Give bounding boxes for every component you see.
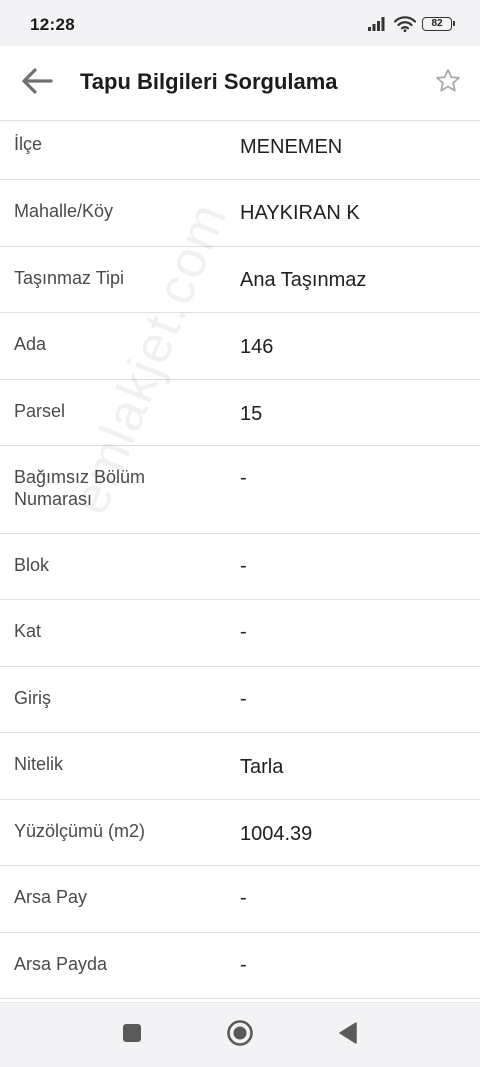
row-value: - [240,467,247,489]
list-item: Nitelik Tarla [0,733,480,800]
recents-button[interactable] [112,1015,152,1055]
list-item: Mahalle/Köy HAYKIRAN K [0,180,480,247]
list-item: Arsa Pay - [0,866,480,933]
row-value: - [240,887,247,909]
favorite-button[interactable] [432,63,464,103]
row-label: Bağımsız Bölüm Numarası [14,467,146,509]
list-item: Taşınmaz Tipi Ana Taşınmaz [0,247,480,313]
row-label: Taşınmaz Tipi [14,268,125,288]
row-value: Ana Taşınmaz [240,269,367,291]
back-button[interactable] [16,63,58,103]
status-bar: 12:28 82 [0,0,480,46]
row-label: Giriş [14,688,51,708]
row-value: - [240,688,247,710]
info-list: İlçe MENEMEN Mahalle/Köy HAYKIRAN K Taşı… [0,120,480,1002]
list-item: Giriş - [0,667,480,733]
row-label: Yüzölçümü (m2) [14,821,146,841]
signal-icon [368,17,388,31]
arrow-left-icon [21,67,53,100]
list-item: Parsel 15 [0,380,480,446]
star-outline-icon [434,67,462,100]
list-item: Bağımsız Bölüm Numarası - [0,446,480,534]
row-label: Mahalle/Köy [14,201,114,221]
row-label: Nitelik [14,754,64,774]
home-circle-icon [226,1019,254,1052]
row-label: Blok [14,555,50,575]
home-button[interactable] [220,1015,260,1055]
status-time: 12:28 [30,15,75,34]
row-value: 146 [240,336,274,358]
row-label: Arsa Pay [14,887,88,907]
wifi-icon [394,16,416,32]
list-item: Ada 146 [0,313,480,380]
row-value: - [240,621,247,643]
recents-square-icon [121,1022,143,1049]
row-value: HAYKIRAN K [240,202,360,224]
screen: 12:28 82 Tapu Bilgileri Sorgulama İlçe M… [0,0,480,1067]
list-item: İlçe MENEMEN [0,120,480,180]
row-label: İlçe [14,134,43,154]
row-value: - [240,555,247,577]
row-label: Arsa Payda [14,954,108,974]
list-item: Blok - [0,534,480,600]
list-item: Yüzölçümü (m2) 1004.39 [0,800,480,866]
row-value: - [240,954,247,976]
page-title: Tapu Bilgileri Sorgulama [80,69,338,94]
back-triangle-icon [337,1021,359,1050]
row-label: Ada [14,334,47,354]
row-value: 15 [240,403,263,425]
app-bar: Tapu Bilgileri Sorgulama [0,46,480,121]
battery-icon: 82 [422,17,455,31]
row-label: Parsel [14,401,66,421]
row-label: Kat [14,621,42,641]
list-item: Arsa Payda - [0,933,480,999]
row-value: MENEMEN [240,136,343,158]
row-value: Tarla [240,756,284,778]
list-item: Kat - [0,600,480,667]
status-icons: 82 [368,14,455,34]
navigation-bar [0,1002,480,1067]
row-value: 1004.39 [240,823,313,845]
back-nav-button[interactable] [328,1015,368,1055]
